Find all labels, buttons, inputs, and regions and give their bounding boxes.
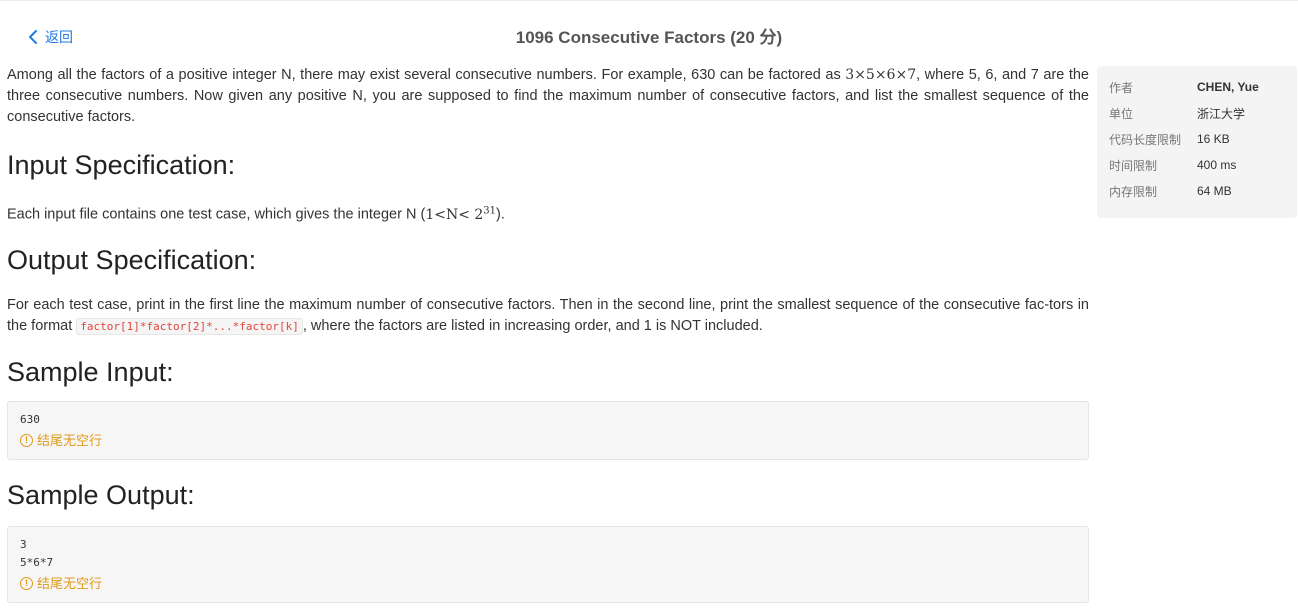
- info-row-memory-limit: 内存限制 64 MB: [1109, 178, 1285, 204]
- output-text-after: , where the factors are listed in increa…: [302, 317, 763, 334]
- no-trailing-newline-note: ! 结尾无空行: [20, 431, 1076, 451]
- info-row-code-size: 代码长度限制 16 KB: [1109, 126, 1285, 152]
- no-trailing-newline-label: 结尾无空行: [37, 432, 103, 448]
- format-code: factor[1]*factor[2]*...*factor[k]: [76, 317, 303, 335]
- info-value: 400 ms: [1197, 158, 1237, 172]
- sample-input-heading: Sample Input:: [7, 356, 174, 387]
- info-value: 浙江大学: [1197, 106, 1246, 121]
- sample-output-code: 3 5*6*7: [20, 537, 54, 569]
- description-math: 3×5×6×7: [845, 67, 917, 83]
- problem-description: Among all the factors of a positive inte…: [7, 65, 1089, 128]
- problem-info-panel: 作者 CHEN, Yue 单位 浙江大学 代码长度限制 16 KB 时间限制 4…: [1097, 66, 1297, 218]
- sample-input-box: 630 ! 结尾无空行: [7, 400, 1089, 460]
- info-value: 16 KB: [1197, 132, 1230, 146]
- top-bar: 返回 1096 Consecutive Factors (20 分): [0, 20, 1298, 56]
- info-key: 时间限制: [1109, 158, 1158, 173]
- info-row-time-limit: 时间限制 400 ms: [1109, 152, 1285, 178]
- top-divider: [0, 0, 1298, 1]
- description-text-1: Among all the factors of a positive inte…: [7, 67, 846, 83]
- info-key: 代码长度限制: [1109, 132, 1182, 147]
- info-row-organization: 单位 浙江大学: [1109, 100, 1285, 126]
- exclamation-circle-icon: !: [20, 577, 33, 591]
- no-trailing-newline-label: 结尾无空行: [37, 575, 103, 591]
- input-math-base: 1<N< 2: [425, 206, 484, 223]
- info-key: 内存限制: [1109, 184, 1158, 199]
- input-spec-heading: Input Specification:: [7, 150, 236, 180]
- page-title: 1096 Consecutive Factors (20 分): [515, 28, 783, 47]
- info-value: CHEN, Yue: [1197, 80, 1259, 94]
- no-trailing-newline-note: ! 结尾无空行: [20, 574, 1076, 594]
- sample-input-code: 630: [20, 412, 40, 426]
- input-text-after: ).: [496, 206, 505, 223]
- sample-output-box: 3 5*6*7 ! 结尾无空行: [7, 525, 1089, 603]
- input-text-before: Each input file contains one test case, …: [7, 206, 426, 223]
- info-row-author: 作者 CHEN, Yue: [1109, 74, 1285, 100]
- problem-content: Among all the factors of a positive inte…: [7, 65, 1089, 603]
- info-value: 64 MB: [1197, 184, 1232, 198]
- output-spec-heading: Output Specification:: [7, 244, 257, 275]
- input-math-exp: 31: [483, 205, 497, 216]
- input-math: 1<N< 231: [425, 205, 497, 223]
- sample-output-heading: Sample Output:: [7, 479, 195, 510]
- input-spec-text: Each input file contains one test case, …: [7, 200, 1089, 226]
- info-key: 作者: [1109, 80, 1134, 95]
- exclamation-circle-icon: !: [20, 434, 33, 448]
- output-spec-text: For each test case, print in the first l…: [7, 295, 1089, 337]
- info-key: 单位: [1109, 106, 1134, 121]
